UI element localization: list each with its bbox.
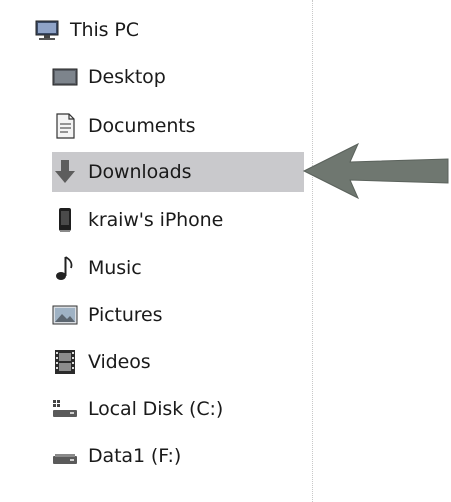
phone-icon bbox=[52, 207, 78, 233]
pointer-arrow bbox=[302, 142, 449, 200]
document-icon bbox=[52, 113, 78, 139]
nav-item-pictures[interactable]: Pictures bbox=[52, 295, 304, 335]
system-drive-icon bbox=[52, 396, 78, 422]
nav-item-downloads[interactable]: Downloads bbox=[52, 152, 304, 192]
navigation-pane: This PC Desktop Documents Downloads krai… bbox=[0, 0, 451, 502]
nav-item-music[interactable]: Music bbox=[52, 248, 304, 288]
picture-icon bbox=[52, 302, 78, 328]
nav-item-local-disk-c[interactable]: Local Disk (C:) bbox=[52, 389, 304, 429]
nav-item-iphone[interactable]: kraiw's iPhone bbox=[52, 200, 304, 240]
nav-item-label: kraiw's iPhone bbox=[88, 209, 224, 231]
nav-item-label: Local Disk (C:) bbox=[88, 398, 224, 420]
nav-item-desktop[interactable]: Desktop bbox=[52, 57, 304, 97]
computer-icon bbox=[34, 17, 60, 43]
music-note-icon bbox=[52, 255, 78, 281]
nav-item-label: Data1 (F:) bbox=[88, 445, 182, 467]
nav-item-label: Music bbox=[88, 257, 142, 279]
nav-item-videos[interactable]: Videos bbox=[52, 342, 304, 382]
download-arrow-icon bbox=[52, 159, 78, 185]
nav-item-label: Downloads bbox=[88, 161, 192, 183]
desktop-icon bbox=[52, 64, 78, 90]
nav-item-label: This PC bbox=[70, 19, 139, 41]
nav-item-documents[interactable]: Documents bbox=[52, 106, 304, 146]
drive-icon bbox=[52, 443, 78, 469]
nav-item-label: Documents bbox=[88, 115, 196, 137]
pane-divider bbox=[312, 0, 313, 502]
nav-item-label: Videos bbox=[88, 351, 151, 373]
nav-item-data1-f[interactable]: Data1 (F:) bbox=[52, 436, 304, 476]
nav-item-this-pc[interactable]: This PC bbox=[34, 10, 304, 50]
nav-item-label: Desktop bbox=[88, 66, 166, 88]
film-icon bbox=[52, 349, 78, 375]
nav-item-label: Pictures bbox=[88, 304, 163, 326]
